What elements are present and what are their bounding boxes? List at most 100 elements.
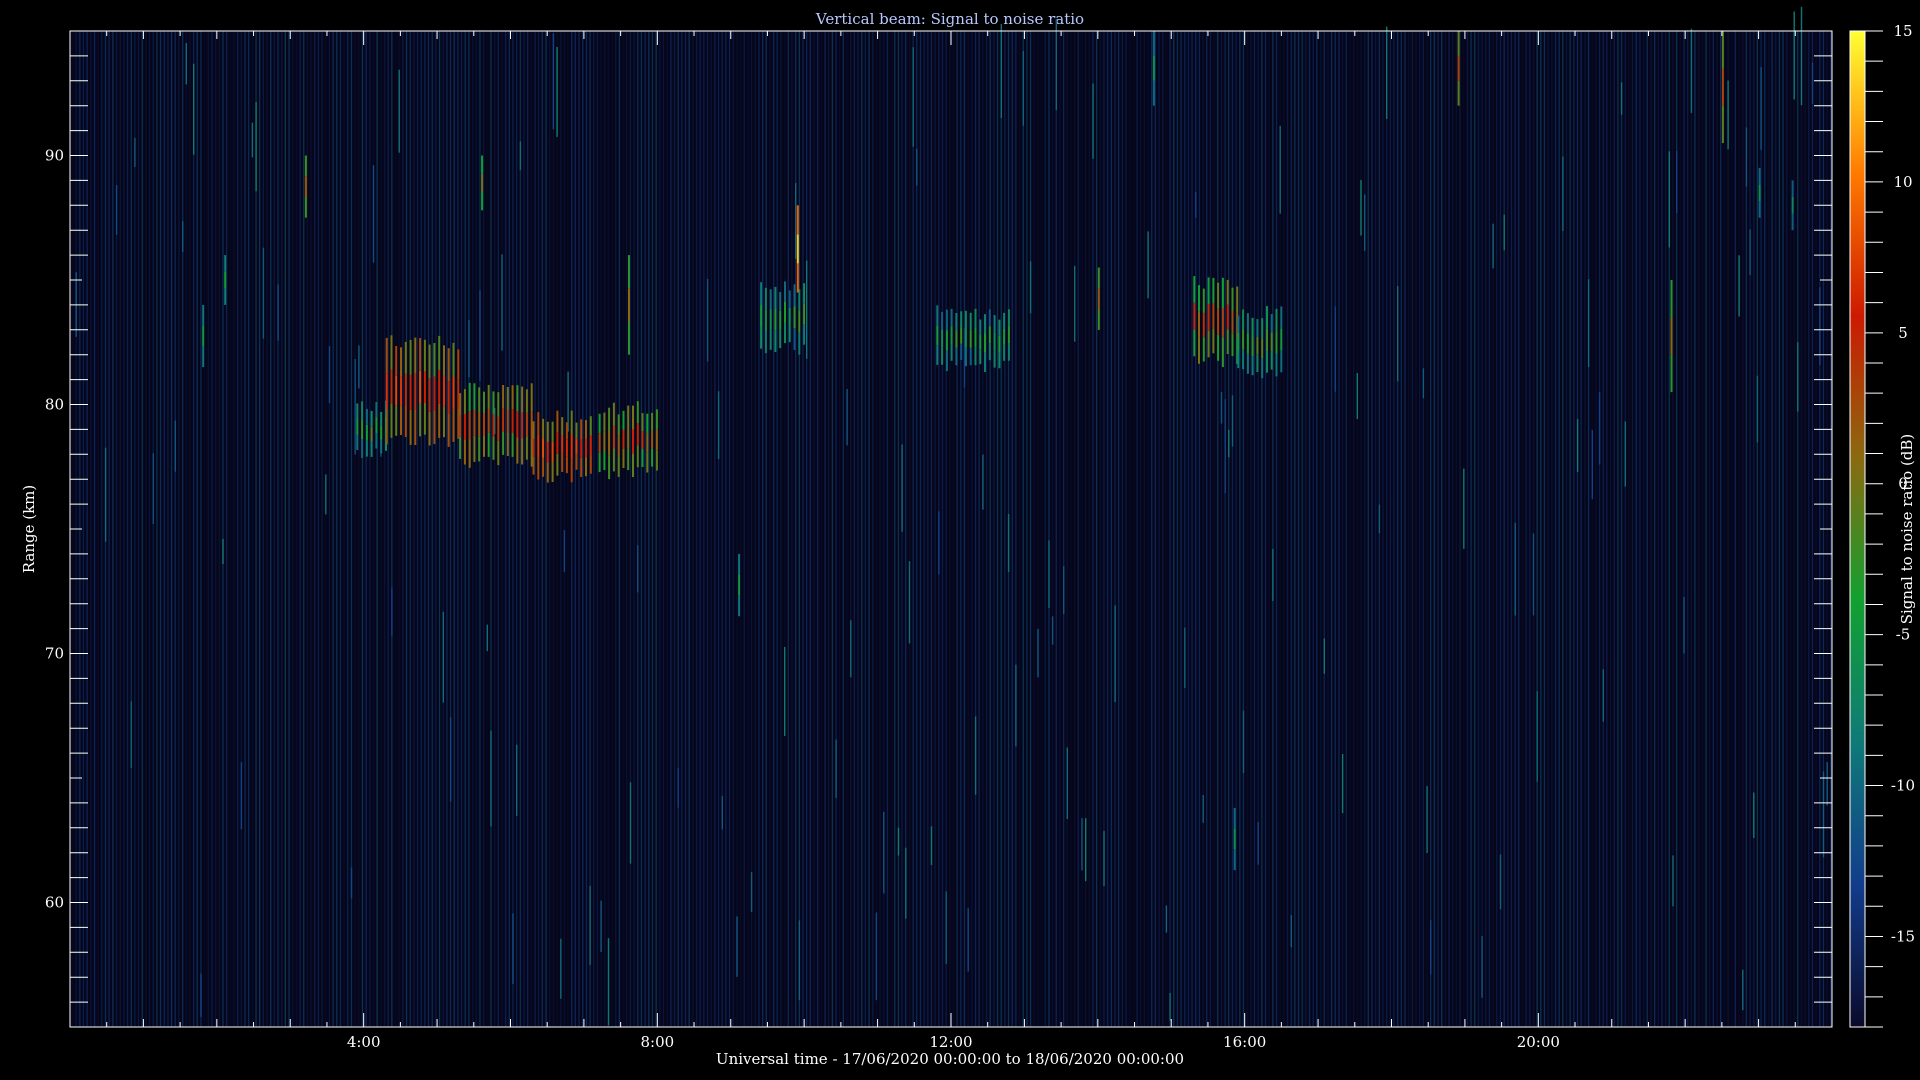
noise-column (189, 31, 191, 1027)
echo-streak (502, 385, 505, 409)
noise-streak (1242, 710, 1245, 774)
noise-column (1606, 31, 1608, 1027)
noise-column (644, 31, 646, 1027)
noise-column (974, 31, 977, 1027)
echo-streak (1242, 349, 1245, 370)
noise-column (1165, 31, 1167, 1027)
noise-column (684, 31, 687, 1027)
echo-streak (409, 374, 412, 410)
plot-background (70, 31, 1832, 1027)
noise-column (967, 31, 969, 1027)
echo-streak (1275, 308, 1278, 332)
noise-column (1767, 31, 1770, 1027)
noise-column (908, 31, 911, 1027)
noise-column (560, 31, 562, 1027)
noise-column (1371, 31, 1373, 1027)
echo-streak (457, 349, 460, 380)
noise-streak (1749, 229, 1751, 275)
noise-column (1235, 31, 1237, 1027)
noise-column (1525, 31, 1527, 1027)
isolated-echo (1758, 167, 1761, 185)
x-axis-label: Universal time - 17/06/2020 00:00:00 to … (716, 1050, 1184, 1068)
noise-column (468, 31, 470, 1027)
noise-column (182, 31, 184, 1027)
noise-column (798, 31, 800, 1027)
noise-streak (354, 359, 356, 455)
echo-streak (525, 412, 528, 437)
noise-column (354, 31, 356, 1027)
noise-column (802, 31, 804, 1027)
echo-streak (617, 456, 620, 477)
colorbar-tick-label: -5 (1896, 626, 1911, 644)
echo-streak (788, 307, 791, 325)
noise-column (919, 31, 922, 1027)
echo-streak (1198, 285, 1200, 312)
noise-streak (325, 474, 327, 515)
echo-streak (570, 434, 573, 459)
noise-streak (600, 900, 602, 953)
noise-column (1294, 31, 1296, 1027)
echo-streak (395, 346, 398, 376)
echo-streak (546, 462, 549, 483)
echo-streak (419, 370, 422, 404)
noise-column (703, 31, 705, 1027)
noise-column (872, 31, 874, 1027)
isolated-echo (1097, 309, 1100, 330)
echo-streak (409, 409, 412, 445)
echo-streak (760, 282, 763, 305)
echo-streak (356, 403, 359, 419)
noise-streak (717, 391, 720, 459)
echo-streak (793, 328, 796, 350)
noise-column (1063, 31, 1065, 1027)
echo-streak (941, 311, 944, 330)
noise-column (1536, 31, 1538, 1027)
noise-column (1793, 31, 1795, 1027)
noise-column (1180, 31, 1182, 1027)
noise-column (1720, 31, 1722, 1027)
echo-streak (1193, 302, 1196, 330)
noise-streak (1279, 125, 1281, 214)
noise-column (596, 31, 599, 1027)
echo-streak (532, 439, 535, 457)
noise-column (1198, 31, 1201, 1027)
noise-column (303, 31, 305, 1027)
echo-streak (542, 438, 545, 458)
noise-column (1029, 31, 1032, 1027)
echo-streak (1226, 279, 1229, 305)
noise-column (736, 31, 738, 1027)
noise-column (1576, 31, 1579, 1027)
noise-column (952, 31, 955, 1027)
noise-streak (1356, 373, 1358, 419)
noise-streak (1334, 306, 1336, 392)
echo-streak (585, 420, 587, 439)
noise-column (1804, 31, 1806, 1027)
noise-column (416, 31, 419, 1027)
echo-streak (492, 391, 495, 415)
colorbar-tick-label: 5 (1898, 324, 1908, 342)
echo-streak (964, 347, 967, 367)
noise-streak (806, 260, 808, 359)
noise-column (960, 31, 962, 1027)
noise-column (93, 31, 96, 1027)
echo-streak (993, 315, 996, 333)
noise-column (1753, 31, 1755, 1027)
echo-streak (655, 409, 658, 430)
noise-streak (490, 730, 492, 827)
noise-column (226, 31, 228, 1027)
noise-column (662, 31, 665, 1027)
noise-column (1602, 31, 1604, 1027)
noise-streak (479, 290, 481, 381)
noise-streak (1015, 664, 1017, 747)
noise-column (574, 31, 576, 1027)
noise-column (1701, 31, 1703, 1027)
noise-column (1213, 31, 1215, 1027)
echo-streak (423, 371, 426, 403)
noise-column (1782, 31, 1784, 1027)
echo-streak (375, 433, 378, 449)
echo-streak (950, 308, 953, 327)
noise-column (1510, 31, 1513, 1027)
noise-column (784, 31, 786, 1027)
noise-streak (875, 912, 878, 1001)
noise-column (1540, 31, 1542, 1027)
noise-column (266, 31, 268, 1027)
